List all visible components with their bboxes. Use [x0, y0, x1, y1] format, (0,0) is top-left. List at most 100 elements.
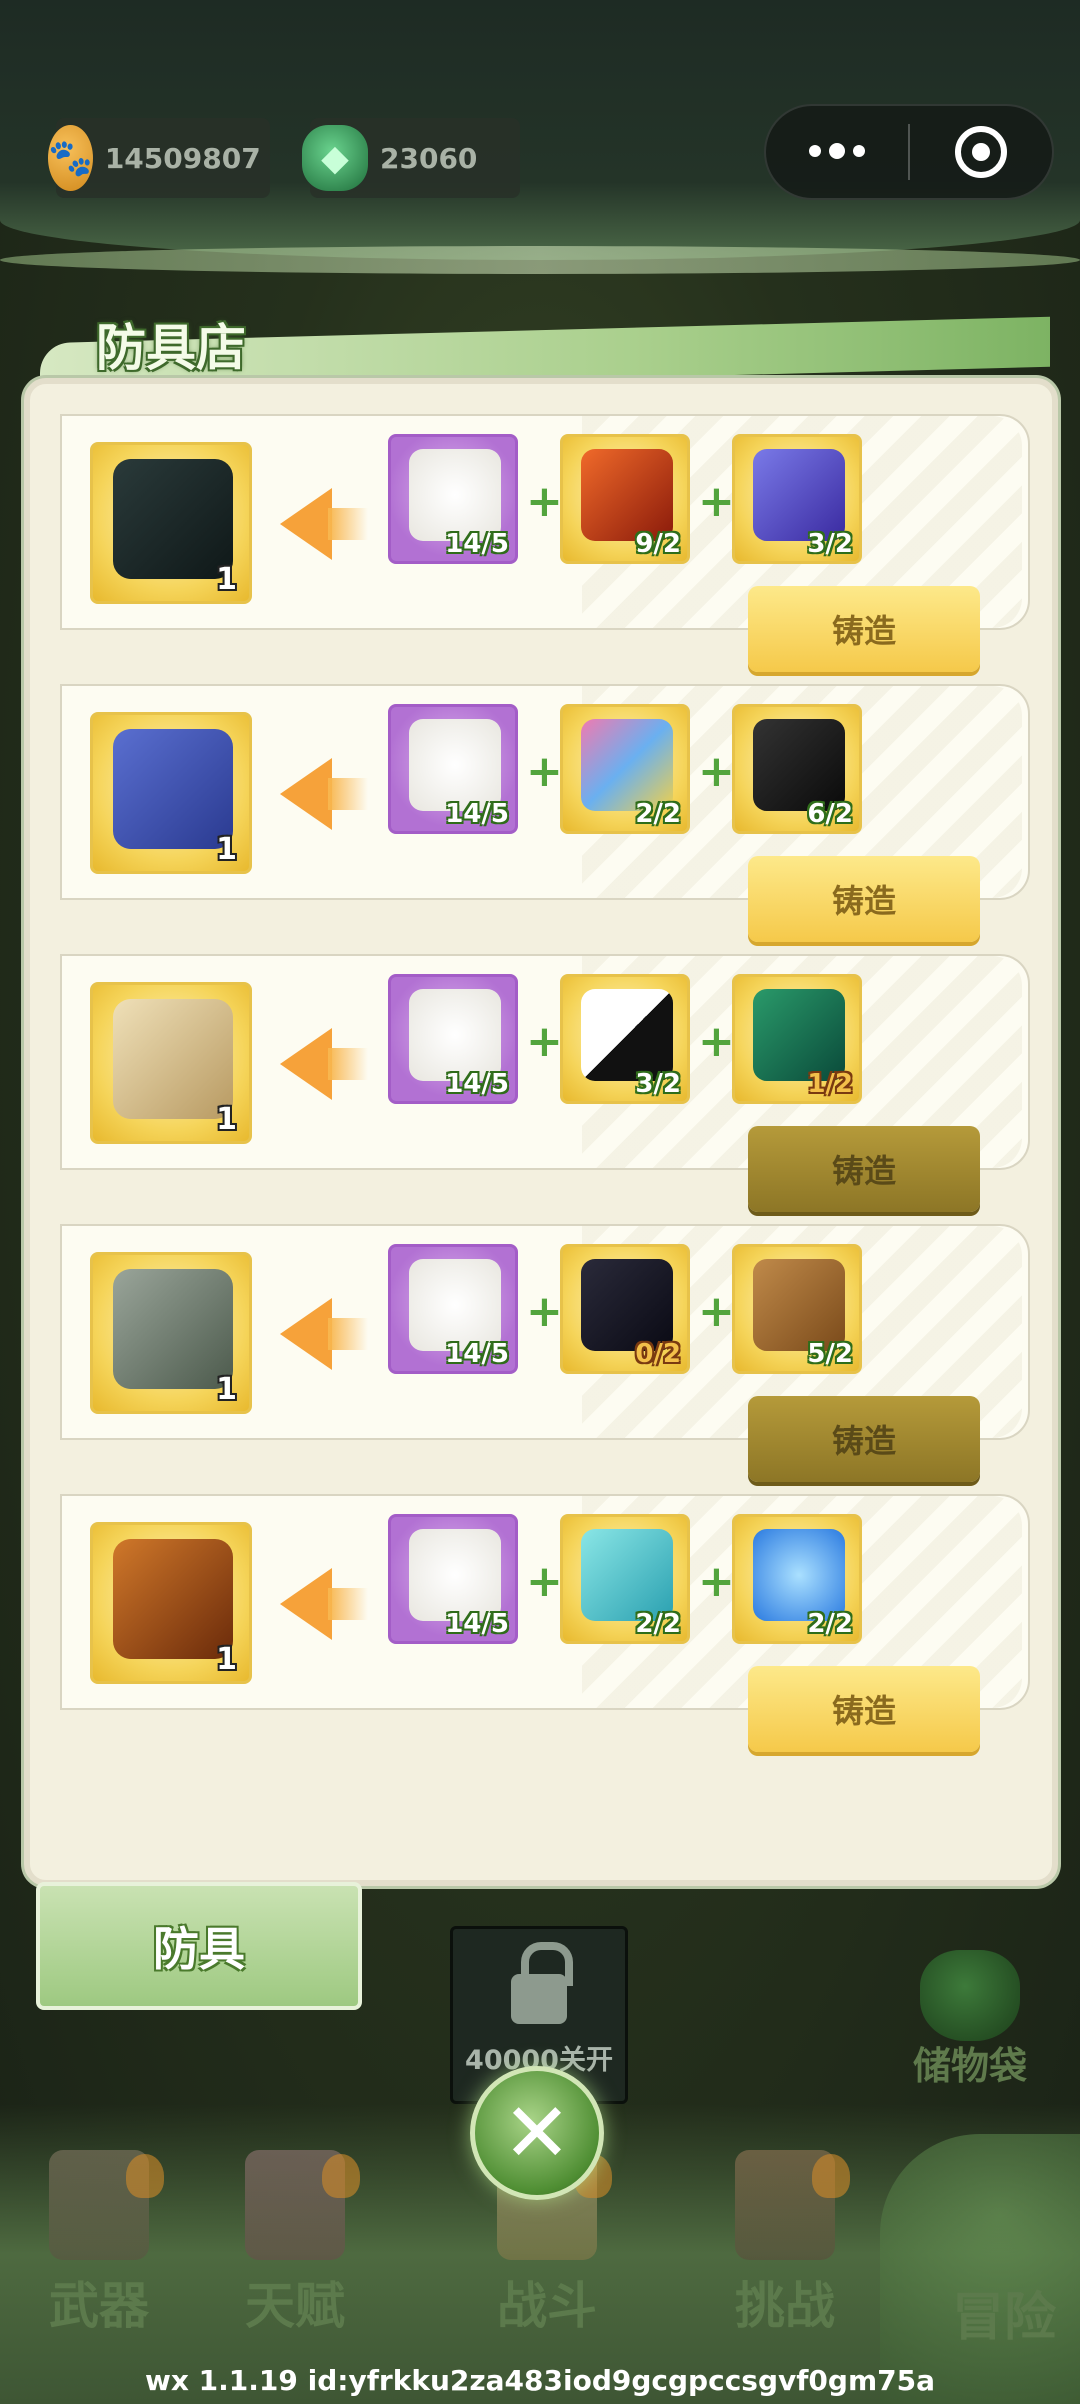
forge-button[interactable]: 铸造 — [748, 856, 980, 942]
material-count: 2/2 — [807, 1609, 853, 1639]
material-count: 5/2 — [807, 1339, 853, 1369]
material-slot[interactable]: 2/2 — [560, 1514, 690, 1644]
material-count: 0/2 — [635, 1339, 681, 1369]
material-count: 14/5 — [445, 799, 509, 829]
arrow-left-icon — [280, 488, 368, 560]
plus-icon: + — [698, 746, 735, 797]
recipe-row: 1 14/5 +9/2 +3/2 铸造 — [60, 414, 1030, 672]
material-slot[interactable]: 2/2 — [732, 1514, 862, 1644]
material-count: 14/5 — [445, 1339, 509, 1369]
green-gem-icon: ◆ — [302, 125, 368, 191]
panel-title: 防具店 — [96, 319, 246, 377]
result-item-slot[interactable]: 1 — [90, 1522, 252, 1684]
miniprogram-capsule — [764, 104, 1054, 200]
forge-button[interactable]: 铸造 — [748, 1396, 980, 1482]
plus-icon: + — [526, 1556, 563, 1607]
plus-icon: + — [526, 1286, 563, 1337]
nav-battle-label: 战斗 — [497, 2277, 597, 2335]
material-slot[interactable]: 14/5 — [388, 974, 518, 1104]
material-slot[interactable]: 5/2 — [732, 1244, 862, 1374]
alert-badge-icon — [322, 2154, 360, 2198]
material-count: 9/2 — [635, 529, 681, 559]
arrow-left-icon — [280, 1568, 368, 1640]
lightning-log-icon — [753, 449, 845, 541]
plus-icon: + — [526, 746, 563, 797]
gem-counter: ◆ 23060 — [302, 118, 520, 198]
nav-adventure[interactable]: 冒险 — [952, 2275, 1056, 2350]
result-item-slot[interactable]: 1 — [90, 712, 252, 874]
cotton-icon — [409, 449, 501, 541]
material-slot[interactable]: 14/5 — [388, 704, 518, 834]
result-count: 1 — [216, 1102, 237, 1137]
tab-armor-label: 防具 — [153, 1922, 245, 1976]
arrow-left-icon — [280, 758, 368, 830]
material-count: 2/2 — [635, 799, 681, 829]
armor-shop-panel: 1 14/5 +9/2 +3/2 铸造 1 14/5 +2/2 +6/2 铸造 1 14/5 +3/2 +… — [24, 378, 1058, 1886]
nav-challenge[interactable]: 挑战 — [700, 2150, 870, 2338]
material-slot[interactable]: 14/5 — [388, 1514, 518, 1644]
panel-header: 防具店 — [40, 300, 1050, 394]
coin-value: 14509807 — [104, 141, 261, 175]
plus-icon: + — [526, 1016, 563, 1067]
material-slot[interactable]: 1/2 — [732, 974, 862, 1104]
recipe-row: 1 14/5 +0/2 +5/2 铸造 — [60, 1224, 1030, 1482]
plus-icon: + — [698, 1556, 735, 1607]
forge-button[interactable]: 铸造 — [748, 1126, 980, 1212]
recipe-row: 1 14/5 +2/2 +2/2 铸造 — [60, 1494, 1030, 1752]
nav-talent[interactable]: 天赋 — [210, 2150, 380, 2338]
nav-weapons-label: 武器 — [49, 2277, 149, 2335]
material-slot[interactable]: 3/2 — [732, 434, 862, 564]
tab-armor[interactable]: 防具 — [36, 1882, 362, 2010]
cotton-icon — [409, 719, 501, 811]
paw-coin-icon: 🐾 — [48, 125, 93, 191]
boots-icon — [113, 729, 233, 849]
more-menu-icon[interactable] — [766, 143, 908, 159]
plus-icon: + — [698, 476, 735, 527]
version-footer: wx 1.1.19 id:yfrkku2za483iod9gcgpccsgvf0… — [145, 2364, 935, 2397]
close-panel-button[interactable]: ✕ — [470, 2066, 604, 2200]
material-slot[interactable]: 14/5 — [388, 1244, 518, 1374]
cotton-icon — [409, 989, 501, 1081]
result-item-slot[interactable]: 1 — [90, 442, 252, 604]
nav-challenge-label: 挑战 — [735, 2277, 835, 2335]
result-item-slot[interactable]: 1 — [90, 1252, 252, 1414]
plus-icon: + — [698, 1286, 735, 1337]
storage-bag-label: 储物袋 — [912, 2044, 1027, 2088]
result-count: 1 — [216, 1372, 237, 1407]
shield-icon — [113, 459, 233, 579]
dark-crystal-icon — [581, 1259, 673, 1351]
robe-icon — [113, 999, 233, 1119]
fire-crystal-icon — [581, 449, 673, 541]
plus-icon: + — [526, 476, 563, 527]
ice-log-icon — [581, 1529, 673, 1621]
material-slot[interactable]: 14/5 — [388, 434, 518, 564]
material-count: 6/2 — [807, 799, 853, 829]
material-count: 3/2 — [635, 1069, 681, 1099]
cotton-icon — [409, 1529, 501, 1621]
recipe-row: 1 14/5 +3/2 +1/2 铸造 — [60, 954, 1030, 1212]
nav-weapons[interactable]: 武器 — [14, 2150, 184, 2338]
material-slot[interactable]: 6/2 — [732, 704, 862, 834]
storage-bag-button[interactable]: 储物袋 — [900, 1950, 1040, 2090]
arrow-left-icon — [280, 1028, 368, 1100]
lock-icon — [511, 1941, 573, 2024]
material-slot[interactable]: 3/2 — [560, 974, 690, 1104]
butterfly-wing-icon — [581, 719, 673, 811]
bag-icon — [920, 1950, 1020, 2041]
material-count: 14/5 — [445, 529, 509, 559]
plus-icon: + — [698, 1016, 735, 1067]
stone-armor-icon — [113, 1269, 233, 1389]
nav-talent-label: 天赋 — [245, 2277, 345, 2335]
material-slot[interactable]: 0/2 — [560, 1244, 690, 1374]
arrow-left-icon — [280, 1298, 368, 1370]
result-count: 1 — [216, 1642, 237, 1677]
result-item-slot[interactable]: 1 — [90, 982, 252, 1144]
material-slot[interactable]: 9/2 — [560, 434, 690, 564]
close-icon: ✕ — [502, 2085, 572, 2181]
exit-miniprogram-icon[interactable] — [910, 126, 1052, 178]
forge-button[interactable]: 铸造 — [748, 586, 980, 672]
jade-silk-icon — [753, 989, 845, 1081]
material-count: 3/2 — [807, 529, 853, 559]
forge-button[interactable]: 铸造 — [748, 1666, 980, 1752]
material-slot[interactable]: 2/2 — [560, 704, 690, 834]
